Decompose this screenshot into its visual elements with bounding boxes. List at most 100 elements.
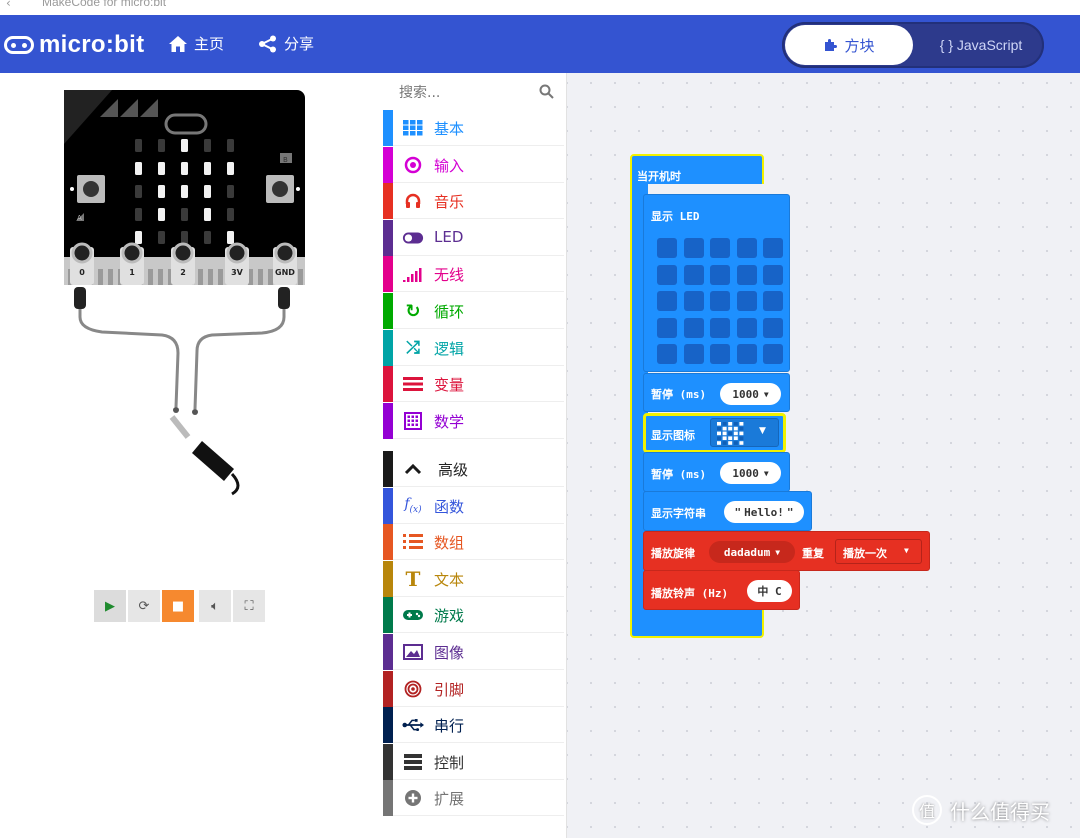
- back-icon[interactable]: ‹: [6, 0, 11, 10]
- led-toggle-cell[interactable]: [710, 291, 730, 311]
- pin-gnd[interactable]: GND: [273, 242, 297, 285]
- blocks-workspace[interactable]: 当开机时 显示 LED 暂停 (ms) 1000 ▼ 显示图标 ▼ 暂停 (ms)…: [567, 73, 1080, 838]
- icon-preview-pixel: [733, 422, 738, 426]
- led-toggle-cell[interactable]: [657, 317, 677, 338]
- category-color-bar: [383, 183, 393, 220]
- category-15[interactable]: 图像: [383, 634, 564, 670]
- fullscreen-button[interactable]: ⛶: [233, 590, 265, 622]
- category-label: 引脚: [434, 680, 465, 699]
- icon-preview-pixel: [739, 441, 744, 445]
- icon-preview-pixel: [728, 426, 733, 431]
- app-header: micro:bit 主页 分享 方块 { } JavaScript: [0, 15, 1080, 73]
- logo-text: micro:bit: [39, 31, 145, 58]
- button-a-label: A: [77, 214, 82, 222]
- repeat-label: 重复: [802, 547, 824, 560]
- category-1[interactable]: 基本: [383, 110, 564, 146]
- headphones-icon: [402, 191, 424, 211]
- category-18[interactable]: 控制: [383, 743, 564, 780]
- led-toggle-cell[interactable]: [763, 291, 783, 311]
- category-10[interactable]: 高级: [383, 451, 564, 487]
- category-4[interactable]: LED: [383, 219, 564, 256]
- led-toggle-cell[interactable]: [710, 317, 730, 338]
- led-toggle-cell[interactable]: [657, 291, 677, 311]
- icon-preview-pixel: [728, 436, 733, 440]
- category-color-bar: [383, 597, 393, 634]
- refresh-icon: ↻: [405, 300, 421, 322]
- gamepad-icon: [402, 605, 424, 625]
- led-toggle-cell[interactable]: [736, 264, 757, 285]
- category-8[interactable]: 变量: [383, 366, 564, 403]
- led-toggle-cell[interactable]: [736, 317, 757, 338]
- show-icon-label: 显示图标: [651, 429, 695, 442]
- led-toggle-cell[interactable]: [683, 291, 704, 311]
- led-toggle-cell[interactable]: [736, 344, 757, 364]
- led-toggle-cell[interactable]: [683, 264, 704, 285]
- led-toggle-cell[interactable]: [710, 264, 730, 285]
- led-toggle-cell[interactable]: [657, 264, 677, 285]
- icon-preview-pixel: [733, 426, 738, 431]
- led-toggle-cell[interactable]: [710, 344, 730, 364]
- restart-button[interactable]: ⟳: [128, 590, 160, 622]
- led-toggle-cell[interactable]: [683, 238, 704, 258]
- pause-value-2[interactable]: 1000 ▼: [720, 462, 781, 484]
- led-toggle-cell[interactable]: [683, 344, 704, 364]
- pin-1[interactable]: 1: [120, 242, 144, 285]
- search-input[interactable]: [397, 81, 541, 105]
- function-icon: f(x): [404, 496, 422, 515]
- javascript-tab[interactable]: { } JavaScript: [922, 25, 1040, 65]
- sim-led: [181, 139, 188, 152]
- icon-preview-pixel: [739, 431, 744, 436]
- category-label: 音乐: [434, 193, 465, 212]
- icon-preview-pixel: [722, 426, 727, 431]
- pause-label-2: 暂停 (ms): [651, 468, 707, 481]
- pause-value-1[interactable]: 1000 ▼: [720, 383, 781, 405]
- blocks-tab[interactable]: 方块: [785, 25, 913, 65]
- category-9[interactable]: 数学: [383, 402, 564, 439]
- tone-value[interactable]: 中 C: [747, 580, 792, 602]
- string-value[interactable]: " Hello! ": [724, 501, 804, 523]
- screenshot-button[interactable]: ■: [162, 590, 194, 622]
- category-6[interactable]: ↻ 循环: [383, 293, 564, 329]
- category-11[interactable]: f(x) 函数: [383, 487, 564, 524]
- mute-button[interactable]: 🔈︎: [199, 590, 231, 622]
- led-toggle-cell[interactable]: [763, 238, 783, 258]
- category-17[interactable]: 串行: [383, 707, 564, 744]
- search-icon[interactable]: [539, 84, 554, 99]
- led-toggle-cell[interactable]: [657, 238, 677, 258]
- pin-2[interactable]: 2: [171, 242, 195, 285]
- microbit-board[interactable]: A B 0 1 2 3V GND: [62, 89, 307, 509]
- led-toggle-cell[interactable]: [736, 291, 757, 311]
- category-13[interactable]: T 文本: [383, 560, 564, 597]
- category-2[interactable]: 输入: [383, 146, 564, 183]
- category-7[interactable]: ⤮ 逻辑: [383, 329, 564, 366]
- melody-dropdown[interactable]: dadadum ▼: [709, 541, 795, 563]
- icon-preview-pixel: [733, 441, 738, 445]
- category-12[interactable]: 数组: [383, 524, 564, 561]
- led-toggle-cell[interactable]: [763, 264, 783, 285]
- play-button[interactable]: ▶: [94, 590, 126, 622]
- category-color-bar: [383, 560, 393, 597]
- pin-0[interactable]: 0: [70, 242, 94, 285]
- share-button[interactable]: 分享: [258, 33, 314, 54]
- led-toggle-cell[interactable]: [710, 238, 730, 258]
- icon-preview-pixel: [717, 422, 721, 426]
- icon-preview-pixel: [728, 441, 733, 445]
- led-toggle-cell[interactable]: [763, 317, 783, 338]
- led-toggle-cell[interactable]: [683, 317, 704, 338]
- watermark-logo-icon: 值: [912, 795, 942, 825]
- category-3[interactable]: 音乐: [383, 183, 564, 220]
- category-19[interactable]: 扩展: [383, 780, 564, 817]
- sim-led: [135, 162, 142, 175]
- sim-led: [204, 139, 211, 152]
- icon-picker[interactable]: ▼: [710, 418, 779, 447]
- category-14[interactable]: 游戏: [383, 597, 564, 634]
- pin-3v[interactable]: 3V: [225, 242, 249, 285]
- category-color-bar: [383, 293, 393, 329]
- led-toggle-cell[interactable]: [763, 344, 783, 364]
- category-5[interactable]: 无线: [383, 256, 564, 293]
- microbit-logo[interactable]: micro:bit: [4, 31, 144, 59]
- led-toggle-cell[interactable]: [736, 238, 757, 258]
- category-16[interactable]: 引脚: [383, 670, 564, 707]
- led-toggle-cell[interactable]: [657, 344, 677, 364]
- home-button[interactable]: 主页: [168, 33, 224, 54]
